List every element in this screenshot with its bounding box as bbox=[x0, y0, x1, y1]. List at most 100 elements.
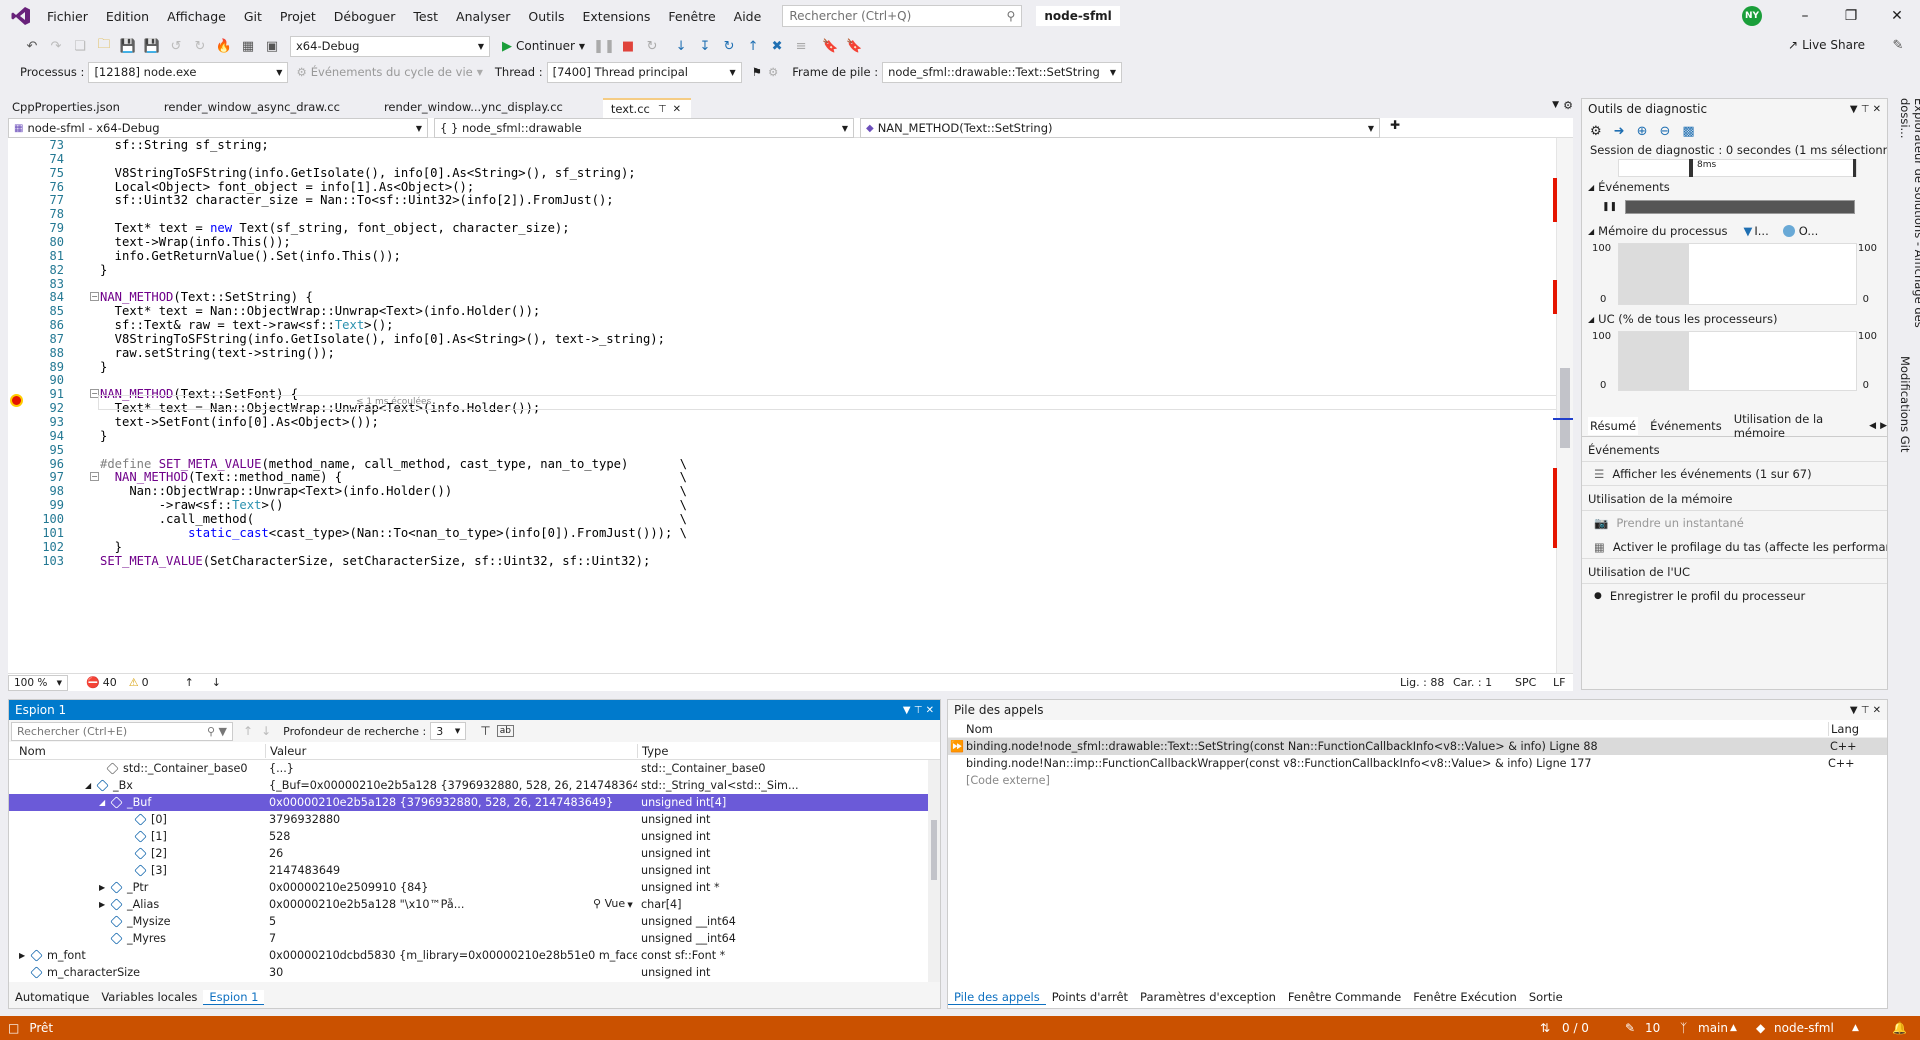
pin-icon[interactable]: ⊤ bbox=[1861, 705, 1870, 716]
pin-icon[interactable]: ⊤ bbox=[914, 705, 923, 716]
cpu-section[interactable]: ◢ UC (% de tous les processeurs) bbox=[1582, 309, 1887, 329]
menu-analyser[interactable]: Analyser bbox=[447, 9, 519, 24]
chevron-right-icon[interactable]: ▶ bbox=[1880, 421, 1887, 431]
variable-value[interactable]: 3796932880 bbox=[265, 813, 637, 826]
repo-name[interactable]: node-sfml bbox=[1774, 1021, 1834, 1035]
new-item-icon[interactable]: ❏ bbox=[71, 37, 89, 55]
sync-icon[interactable]: ⇅ bbox=[1540, 1021, 1550, 1035]
call-stack-row[interactable]: binding.node!Nan::imp::FunctionCallbackW… bbox=[948, 755, 1887, 772]
collapse-icon[interactable]: ◢ bbox=[1588, 315, 1594, 324]
project-select[interactable]: ▦ node-sfml - x64-Debug ▼ bbox=[8, 118, 428, 138]
hot-reload-icon[interactable]: 🔥 bbox=[215, 37, 233, 55]
chevron-down-icon[interactable]: ▼ bbox=[1850, 705, 1858, 716]
tab-breakpoints[interactable]: Points d'arrêt bbox=[1046, 990, 1134, 1004]
tab-watch-1[interactable]: Espion 1 bbox=[203, 989, 265, 1005]
settings-icon[interactable]: ⚙ bbox=[1590, 124, 1602, 139]
scrollbar-thumb[interactable] bbox=[1560, 368, 1570, 448]
col-lang[interactable]: Lang bbox=[1828, 721, 1859, 736]
user-avatar[interactable]: NY bbox=[1742, 6, 1762, 26]
collapse-icon[interactable]: ◢ bbox=[1588, 183, 1594, 192]
back-icon[interactable]: ↶ bbox=[23, 37, 41, 55]
watch-row[interactable]: ◢ _Buf 0x00000210e2b5a128 {3796932880, 528… bbox=[9, 794, 939, 811]
settings-icon[interactable]: ⚙ bbox=[1563, 99, 1573, 112]
global-search-input[interactable]: Rechercher (Ctrl+Q) ⚲ bbox=[782, 5, 1023, 27]
notification-icon[interactable]: □ bbox=[8, 1021, 19, 1035]
editor-vertical-scrollbar[interactable] bbox=[1553, 138, 1573, 673]
chevron-up-icon[interactable]: ▲ bbox=[1730, 1023, 1737, 1033]
collapse-toggle-icon[interactable]: − bbox=[90, 292, 99, 302]
expand-arrow-icon[interactable]: ◢ bbox=[99, 798, 111, 807]
arrow-up-icon[interactable]: ↑ bbox=[185, 676, 194, 689]
undo-icon[interactable]: ↺ bbox=[167, 37, 185, 55]
edit-count[interactable]: 10 bbox=[1645, 1021, 1660, 1035]
step-out-icon[interactable]: ↑ bbox=[744, 37, 762, 55]
tab-output[interactable]: Sortie bbox=[1523, 990, 1569, 1004]
close-icon[interactable]: ✕ bbox=[926, 705, 934, 716]
minimize-icon[interactable]: – bbox=[1782, 0, 1828, 32]
variable-value[interactable]: {_Buf=0x00000210e2b5a128 {3796932880, 52… bbox=[265, 779, 637, 792]
error-icon[interactable]: ⛔ bbox=[86, 676, 100, 689]
step-loop-icon[interactable]: ↻ bbox=[720, 37, 738, 55]
branch-icon[interactable]: ᛉ bbox=[1680, 1021, 1687, 1035]
variable-value[interactable]: 2147483649 bbox=[265, 864, 637, 877]
watch-row[interactable]: _Mysize 5 unsigned __int64 bbox=[9, 913, 939, 930]
breakpoint-current-icon[interactable] bbox=[10, 394, 23, 407]
save-all-icon[interactable]: 💾 bbox=[143, 37, 161, 55]
menu-outils[interactable]: Outils bbox=[519, 9, 573, 24]
depth-select[interactable]: 3 ▼ bbox=[430, 722, 467, 740]
close-icon[interactable]: ✕ bbox=[1874, 0, 1920, 32]
tab-immediate-window[interactable]: Fenêtre Exécution bbox=[1407, 990, 1523, 1004]
variable-value[interactable]: 528 bbox=[265, 830, 637, 843]
zoom-select[interactable]: 100 % ▼ bbox=[8, 674, 68, 691]
menu-aide[interactable]: Aide bbox=[725, 9, 771, 24]
expand-arrow-icon[interactable]: ▶ bbox=[99, 883, 111, 892]
close-icon[interactable]: ✕ bbox=[673, 104, 681, 115]
chevron-down-icon[interactable]: ▼ bbox=[1850, 104, 1858, 115]
variable-value[interactable]: 0x00000210e2b5a128 {3796932880, 528, 26,… bbox=[265, 796, 637, 809]
hex-icon[interactable]: ✖ bbox=[768, 37, 786, 55]
menu-edition[interactable]: Edition bbox=[97, 9, 158, 24]
tab-text-cc[interactable]: text.cc ⊤ ✕ bbox=[602, 98, 691, 118]
hex-display-icon[interactable]: ab bbox=[496, 725, 514, 737]
variable-value[interactable]: 30 bbox=[265, 966, 637, 979]
window-icon[interactable]: ▣ bbox=[263, 37, 281, 55]
split-editor-icon[interactable]: ✚ bbox=[1390, 118, 1400, 137]
collapse-toggle-icon[interactable]: − bbox=[90, 472, 99, 482]
close-icon[interactable]: ✕ bbox=[1873, 705, 1881, 716]
tab-memory-usage[interactable]: Utilisation de la mémoire bbox=[1734, 412, 1861, 440]
variable-value[interactable]: 7 bbox=[265, 932, 637, 945]
tab-autos[interactable]: Automatique bbox=[9, 990, 95, 1004]
call-stack-row[interactable]: [Code externe] bbox=[948, 772, 1887, 789]
line-indicator[interactable]: Lig. : 88 bbox=[1400, 676, 1444, 689]
tab-render-window-async-draw[interactable]: render_window_async_draw.cc bbox=[160, 98, 350, 118]
column-indicator[interactable]: Car. : 1 bbox=[1453, 676, 1492, 689]
cpu-profile-button[interactable]: ● Enregistrer le profil du processeur bbox=[1582, 584, 1887, 608]
search-prev-icon[interactable]: ↑ bbox=[243, 724, 253, 738]
step-over-icon[interactable]: ↧ bbox=[696, 37, 714, 55]
pin-to-source-icon[interactable]: ⊤ bbox=[480, 724, 490, 738]
restore-icon[interactable]: ❐ bbox=[1828, 0, 1874, 32]
sync-count[interactable]: 0 / 0 bbox=[1562, 1021, 1589, 1035]
stop-icon[interactable]: ■ bbox=[619, 37, 637, 55]
restart-icon[interactable]: ↻ bbox=[643, 37, 661, 55]
tab-cppproperties[interactable]: CppProperties.json bbox=[8, 98, 130, 118]
continue-button[interactable]: ▶ Continuer ▼ bbox=[502, 39, 585, 54]
variable-value[interactable]: 0x00000210e2b5a128 "\x10™På... bbox=[265, 898, 637, 911]
col-type[interactable]: Type bbox=[637, 743, 668, 758]
flag-icon[interactable]: ⚑ bbox=[752, 65, 762, 79]
expand-arrow-icon[interactable]: ▶ bbox=[19, 951, 31, 960]
menu-deboguer[interactable]: Déboguer bbox=[325, 9, 405, 24]
close-icon[interactable]: ✕ bbox=[1873, 104, 1881, 115]
tab-command-window[interactable]: Fenêtre Commande bbox=[1282, 990, 1407, 1004]
variable-value[interactable]: 0x00000210dcbd5830 {m_library=0x00000210… bbox=[265, 949, 637, 962]
watch-row[interactable]: ▶ _Alias 0x00000210e2b5a128 "\x10™På... cha… bbox=[9, 896, 939, 913]
tab-overflow-icon[interactable]: ▼ bbox=[1552, 100, 1559, 110]
line-ending-indicator[interactable]: LF bbox=[1553, 676, 1565, 689]
scope-select[interactable]: { } node_sfml::drawable ▼ bbox=[434, 118, 854, 138]
watch-row[interactable]: ◢ _Bx {_Buf=0x00000210e2b5a128 {3796932880… bbox=[9, 777, 939, 794]
bookmark-icon[interactable]: 🔖 bbox=[821, 37, 839, 55]
chart-icon[interactable]: ▩ bbox=[1682, 124, 1694, 139]
menu-test[interactable]: Test bbox=[404, 9, 447, 24]
menu-fichier[interactable]: Fichier bbox=[38, 9, 97, 24]
watch-row[interactable]: [1] 528 unsigned int bbox=[9, 828, 939, 845]
